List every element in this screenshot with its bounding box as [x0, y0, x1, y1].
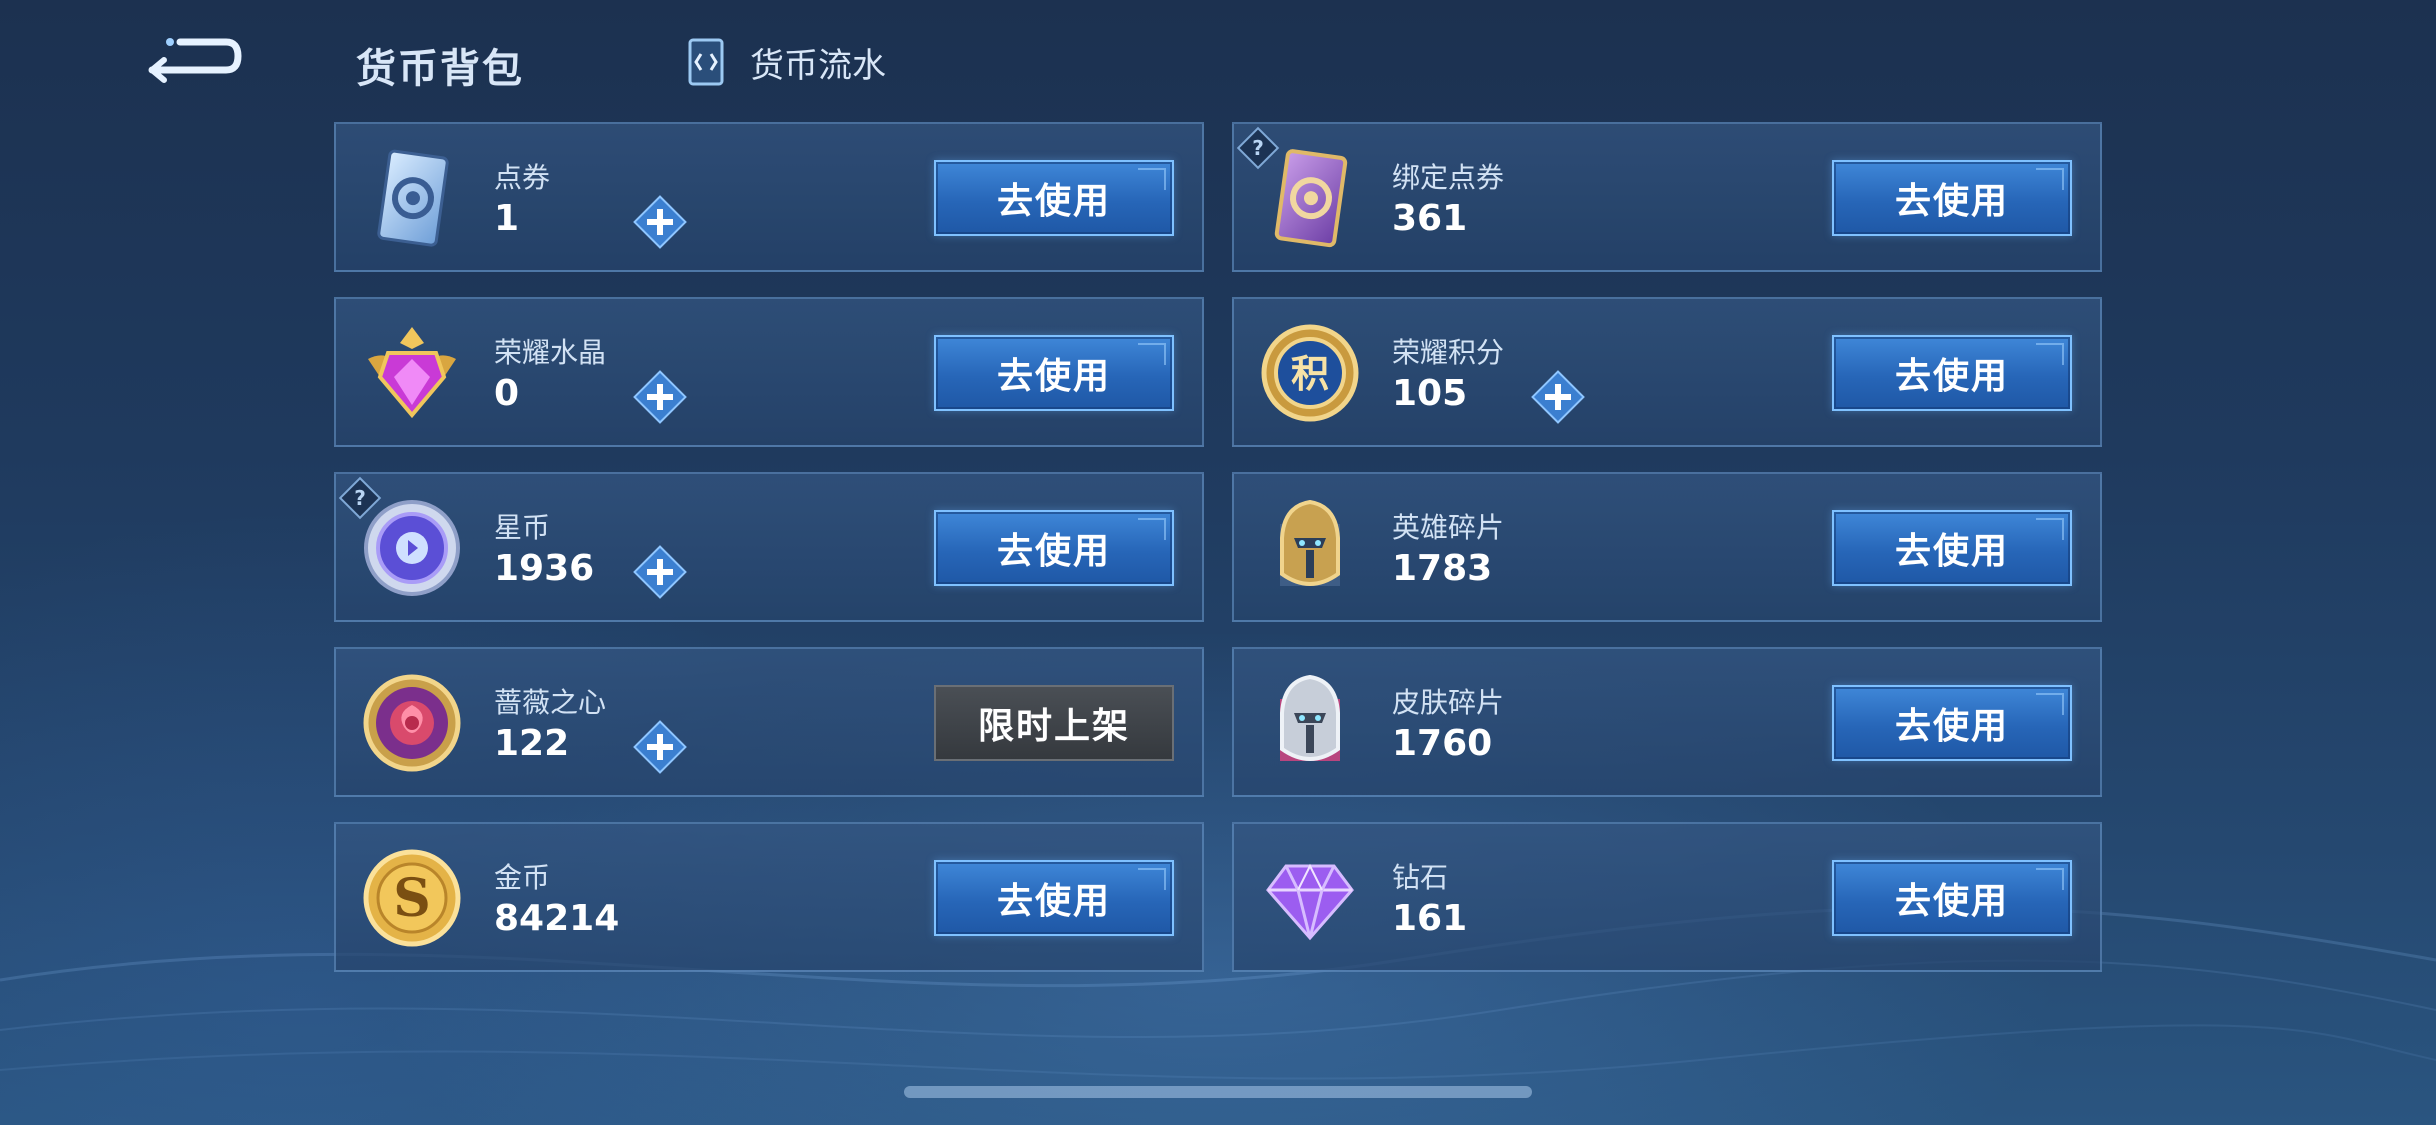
add-glory-points-button[interactable]	[1530, 369, 1586, 425]
rose-heart-icon	[358, 669, 466, 777]
plus-icon	[633, 545, 687, 599]
currency-amount: 161	[1392, 898, 1468, 939]
currency-name: 蔷薇之心	[494, 686, 607, 719]
svg-text:S: S	[393, 868, 431, 929]
add-rose-heart-button[interactable]	[632, 719, 688, 775]
limited-time-badge: 限时上架	[934, 685, 1174, 761]
currency-amount: 84214	[494, 898, 620, 939]
gold-coin-icon: S	[358, 844, 466, 952]
currency-amount: 1936	[494, 548, 595, 589]
use-bound-coupon-button[interactable]: 去使用	[1832, 160, 2072, 236]
use-gold-coin-button[interactable]: 去使用	[934, 860, 1174, 936]
skin-fragment-icon	[1256, 669, 1364, 777]
currency-card-gold-coin: S 金币 84214 去使用	[334, 822, 1204, 972]
currency-name: 荣耀积分	[1392, 336, 1505, 369]
use-glory-crystal-button[interactable]: 去使用	[934, 335, 1174, 411]
diamond-icon	[1256, 844, 1364, 952]
currency-amount: 1	[494, 198, 520, 239]
use-button-label: 去使用	[996, 881, 1111, 922]
currency-card-glory-points: 积 荣耀积分 105 去使用	[1232, 297, 2102, 447]
use-button-label: 去使用	[1894, 356, 2009, 397]
star-coin-icon	[358, 494, 466, 602]
currency-card-hero-fragment: 英雄碎片 1783 去使用	[1232, 472, 2102, 622]
currency-card-skin-fragment: 皮肤碎片 1760 去使用	[1232, 647, 2102, 797]
use-star-coin-button[interactable]: 去使用	[934, 510, 1174, 586]
limited-time-label: 限时上架	[977, 706, 1130, 747]
currency-name: 皮肤碎片	[1392, 686, 1505, 719]
back-arrow-icon	[148, 38, 242, 83]
currency-amount: 122	[494, 723, 570, 764]
use-glory-points-button[interactable]: 去使用	[1832, 335, 2072, 411]
currency-card-diamond: 钻石 161 去使用	[1232, 822, 2102, 972]
add-star-coin-button[interactable]	[632, 544, 688, 600]
glory-crystal-icon	[358, 319, 466, 427]
use-button-label: 去使用	[1894, 706, 2009, 747]
add-glory-crystal-button[interactable]	[632, 369, 688, 425]
plus-icon	[633, 720, 687, 774]
currency-amount: 105	[1392, 373, 1468, 414]
use-button-label: 去使用	[996, 356, 1111, 397]
currency-name: 钻石	[1392, 861, 1449, 894]
glory-points-icon: 积	[1256, 319, 1364, 427]
bound-coupon-ticket-icon	[1256, 144, 1364, 252]
ticket-swap-icon	[688, 38, 724, 86]
plus-icon	[633, 370, 687, 424]
currency-name: 点券	[494, 161, 551, 194]
currency-name: 荣耀水晶	[494, 336, 607, 369]
use-coupon-button[interactable]: 去使用	[934, 160, 1174, 236]
currency-amount: 1760	[1392, 723, 1493, 764]
currency-name: 金币	[494, 861, 551, 894]
back-button[interactable]	[140, 30, 250, 90]
plus-icon	[1531, 370, 1585, 424]
plus-icon	[633, 195, 687, 249]
currency-card-glory-crystal: 荣耀水晶 0 去使用	[334, 297, 1204, 447]
use-diamond-button[interactable]: 去使用	[1832, 860, 2072, 936]
use-hero-fragment-button[interactable]: 去使用	[1832, 510, 2072, 586]
currency-flow-label: 货币流水	[750, 45, 886, 86]
currency-card-coupon: 点券 1 去使用	[334, 122, 1204, 272]
hero-fragment-icon	[1256, 494, 1364, 602]
currency-name: 绑定点券	[1392, 161, 1505, 194]
currency-amount: 1783	[1392, 548, 1493, 589]
use-button-label: 去使用	[1894, 181, 2009, 222]
home-indicator[interactable]	[904, 1086, 1532, 1098]
use-button-label: 去使用	[1894, 531, 2009, 572]
use-button-label: 去使用	[996, 531, 1111, 572]
currency-card-rose-heart: 蔷薇之心 122 限时上架	[334, 647, 1204, 797]
currency-card-bound-coupon: ? 绑定点券 361 去使用	[1232, 122, 2102, 272]
svg-text:积: 积	[1291, 352, 1329, 396]
use-skin-fragment-button[interactable]: 去使用	[1832, 685, 2072, 761]
use-button-label: 去使用	[996, 181, 1111, 222]
currency-name: 星币	[494, 511, 551, 544]
currency-amount: 361	[1392, 198, 1468, 239]
currency-card-star-coin: ? 星币 1936 去使用	[334, 472, 1204, 622]
add-coupon-button[interactable]	[632, 194, 688, 250]
currency-amount: 0	[494, 373, 520, 414]
page-title: 货币背包	[356, 46, 524, 92]
currency-name: 英雄碎片	[1392, 511, 1505, 544]
currency-flow-tab[interactable]: 货币流水	[678, 34, 886, 90]
coupon-ticket-icon	[358, 144, 466, 252]
use-button-label: 去使用	[1894, 881, 2009, 922]
